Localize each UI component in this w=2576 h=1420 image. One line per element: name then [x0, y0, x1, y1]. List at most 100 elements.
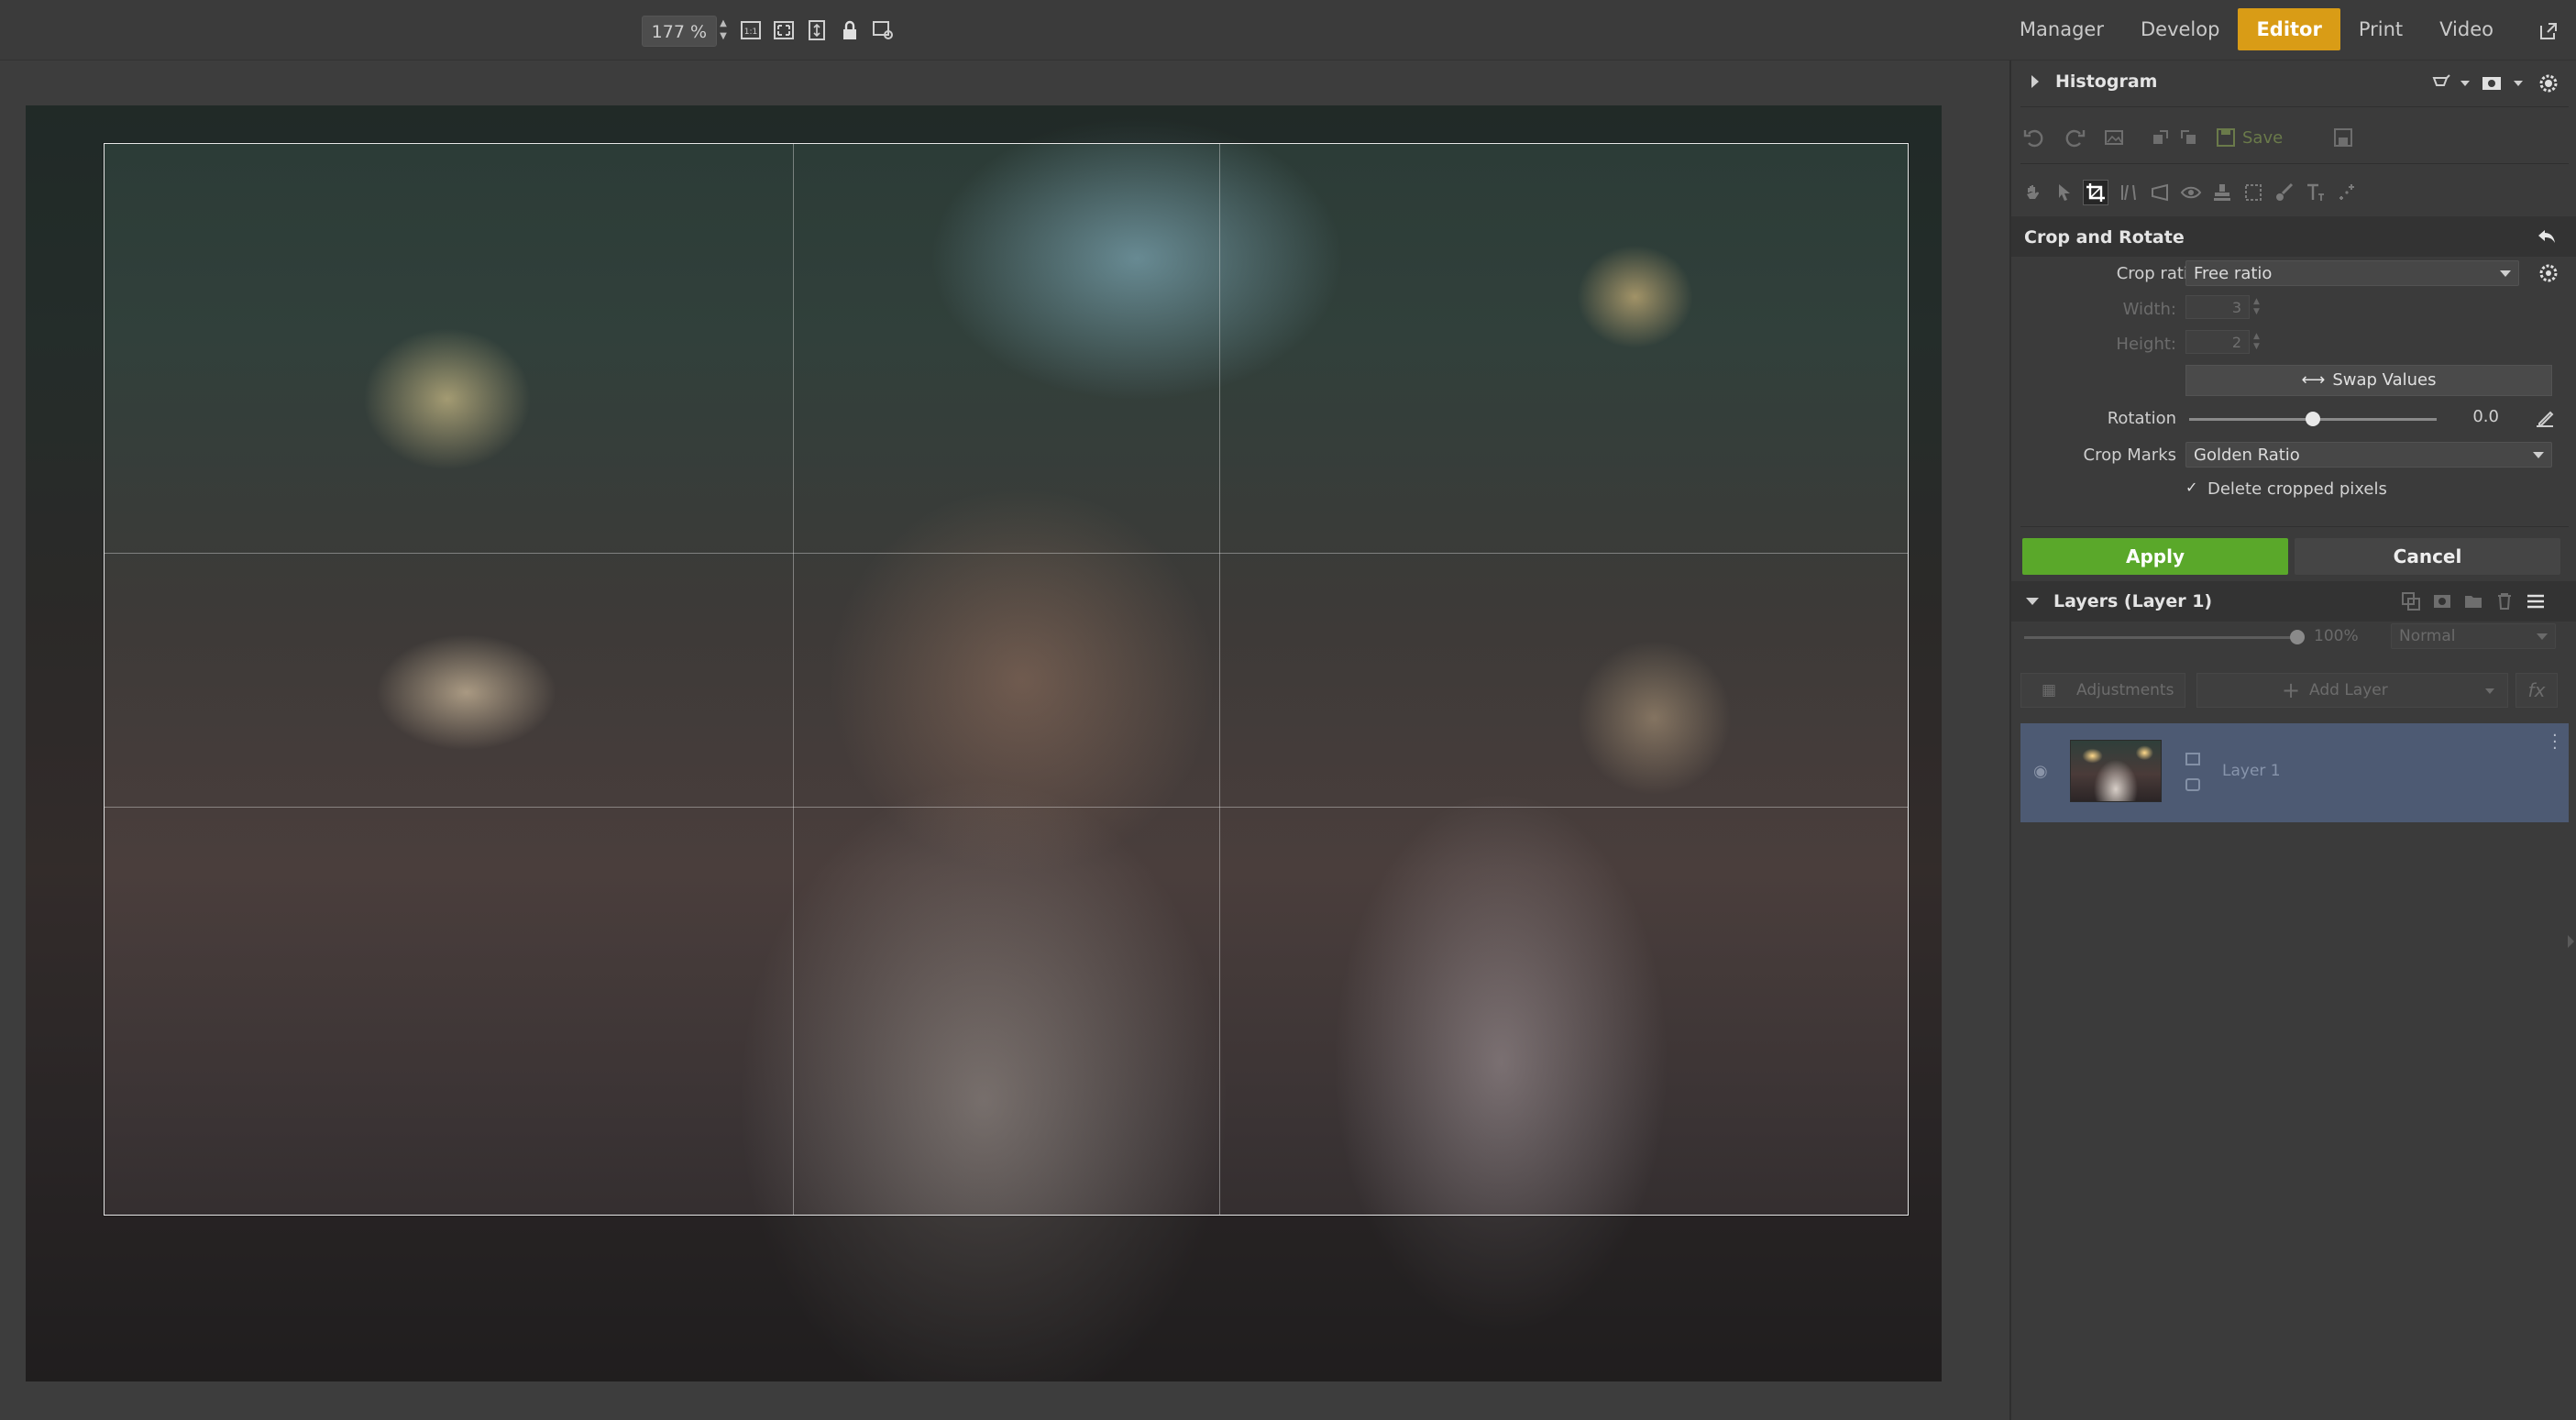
plus-icon: +	[2282, 677, 2301, 703]
collapse-arrow-icon[interactable]	[2026, 598, 2039, 605]
blend-mode-select[interactable]: Normal	[2391, 623, 2556, 649]
crop-marks-value: Golden Ratio	[2194, 446, 2300, 465]
app-window: 177 % ▲ ▼ 1:1 Manager Develop Editor Prin…	[0, 0, 2576, 1420]
save-icon[interactable]	[2215, 127, 2237, 149]
crop-mask-top	[26, 105, 1942, 143]
layer-row[interactable]: ◉ Layer 1 · · ·	[2020, 723, 2569, 822]
eye-visibility-icon[interactable]: ◉	[2033, 762, 2048, 781]
one-to-one-zoom-icon[interactable]: 1:1	[739, 18, 763, 42]
transform-tool-icon[interactable]	[2336, 182, 2358, 204]
brush-tool-icon[interactable]	[2273, 182, 2295, 204]
redo-icon[interactable]	[2064, 127, 2086, 149]
edit-history-toolbar: Save	[2011, 116, 2576, 160]
opacity-value[interactable]: 100%	[2314, 627, 2359, 645]
width-field[interactable]: 3	[2185, 295, 2250, 319]
layer-mask-indicator-icon	[2185, 778, 2200, 791]
tab-develop[interactable]: Develop	[2122, 8, 2238, 50]
clone-stamp-icon[interactable]	[2211, 182, 2233, 204]
height-spinner[interactable]: ▲ ▼	[2253, 332, 2260, 352]
apply-button[interactable]: Apply	[2022, 538, 2288, 575]
fx-button[interactable]: fx	[2515, 673, 2558, 708]
undo-icon[interactable]	[2022, 127, 2044, 149]
crop-rectangle[interactable]	[104, 143, 1909, 1216]
tab-video[interactable]: Video	[2421, 8, 2512, 50]
tools-row	[2011, 172, 2576, 213]
crop-rotate-title: Crop and Rotate	[2024, 227, 2185, 248]
tab-editor[interactable]: Editor	[2238, 8, 2340, 50]
chevron-down-icon	[2533, 452, 2544, 458]
delete-pixels-checkbox[interactable]: ✓	[2185, 480, 2200, 495]
expand-arrow-icon[interactable]	[2031, 75, 2039, 88]
add-layer-button[interactable]: + Add Layer	[2196, 673, 2508, 708]
layer-name[interactable]: Layer 1	[2222, 762, 2281, 780]
healing-brush-icon[interactable]	[2242, 182, 2264, 204]
photo-image[interactable]	[26, 105, 1942, 1381]
layers-title: Layers (Layer 1)	[2053, 591, 2213, 611]
adjustments-button[interactable]: ▦ Adjustments	[2020, 673, 2185, 708]
crop-mask-left	[26, 143, 104, 1216]
hand-tool-icon[interactable]	[2022, 182, 2044, 204]
crop-tool-icon[interactable]	[2083, 180, 2108, 205]
lock-icon[interactable]	[838, 18, 862, 42]
width-spinner[interactable]: ▲ ▼	[2253, 297, 2260, 317]
view-settings-icon[interactable]	[871, 18, 895, 42]
image-canvas[interactable]	[0, 61, 2009, 1420]
layers-header: Layers (Layer 1)	[2011, 581, 2576, 622]
panel-collapse-arrow-icon[interactable]	[2568, 935, 2574, 948]
width-label: Width:	[2122, 300, 2176, 319]
fit-to-screen-icon[interactable]	[772, 18, 796, 42]
zoom-spinner[interactable]: ▲ ▼	[717, 17, 730, 45]
perspective-tool-icon[interactable]	[2149, 182, 2171, 204]
crop-ratio-label: Crop ratio:	[2116, 264, 2204, 283]
height-field[interactable]: 2	[2185, 330, 2250, 354]
fit-height-icon[interactable]	[805, 18, 829, 42]
adjustments-label: Adjustments	[2076, 681, 2174, 699]
cancel-button[interactable]: Cancel	[2295, 538, 2560, 575]
histogram-header[interactable]: Histogram	[2011, 61, 2576, 106]
crop-ratio-select[interactable]: Free ratio	[2185, 260, 2519, 286]
folder-icon[interactable]	[2462, 590, 2484, 612]
tab-print[interactable]: Print	[2340, 8, 2421, 50]
crop-ratio-value: Free ratio	[2194, 264, 2273, 283]
duplicate-layer-icon[interactable]	[2400, 590, 2422, 612]
svg-text:1:1: 1:1	[744, 28, 757, 37]
crop-marks-label: Crop Marks	[2083, 446, 2177, 465]
histogram-title: Histogram	[2055, 72, 2158, 92]
image-compare-icon[interactable]	[2103, 127, 2125, 149]
golden-ratio-line-v2	[1219, 144, 1220, 1215]
clipping-warning-icon[interactable]	[2431, 72, 2453, 94]
copy-edits-icon[interactable]	[2151, 127, 2173, 149]
preview-mode-icon[interactable]	[2481, 72, 2503, 94]
external-window-icon[interactable]	[2537, 20, 2559, 42]
chevron-down-icon[interactable]	[2460, 81, 2470, 86]
layer-type-icon	[2185, 753, 2200, 765]
rotation-slider-knob[interactable]	[2306, 412, 2320, 426]
chevron-down-icon[interactable]	[2514, 81, 2523, 86]
red-eye-icon[interactable]	[2180, 182, 2202, 204]
selection-tool-icon[interactable]	[2053, 182, 2075, 204]
straighten-icon[interactable]	[2534, 407, 2556, 429]
rotation-value[interactable]: 0.0	[2442, 407, 2499, 426]
height-label: Height:	[2116, 335, 2176, 354]
layer-options-icon[interactable]: · · ·	[2552, 728, 2558, 757]
blend-mode-value: Normal	[2399, 627, 2456, 645]
reset-arrow-icon[interactable]	[2536, 226, 2558, 248]
hamburger-menu-icon[interactable]	[2525, 590, 2547, 612]
opacity-slider-knob[interactable]	[2290, 630, 2305, 644]
save-button[interactable]: Save	[2242, 128, 2283, 148]
swap-values-button[interactable]: ⟷ Swap Values	[2185, 365, 2552, 396]
tab-manager[interactable]: Manager	[2001, 8, 2122, 50]
text-tool-icon[interactable]	[2305, 182, 2327, 204]
trash-icon[interactable]	[2493, 590, 2515, 612]
paste-edits-icon[interactable]	[2176, 127, 2198, 149]
gear-icon[interactable]	[2537, 262, 2559, 284]
zoom-input[interactable]: 177 %	[642, 16, 717, 47]
golden-ratio-line-h2	[105, 807, 1908, 808]
crop-marks-select[interactable]: Golden Ratio	[2185, 442, 2552, 468]
gear-icon[interactable]	[2537, 72, 2559, 94]
opacity-slider-track[interactable]	[2024, 636, 2299, 639]
layer-mask-icon[interactable]	[2431, 590, 2453, 612]
save-as-icon[interactable]	[2332, 127, 2354, 149]
golden-ratio-line-v1	[793, 144, 794, 1215]
straighten-tool-icon[interactable]	[2118, 182, 2140, 204]
